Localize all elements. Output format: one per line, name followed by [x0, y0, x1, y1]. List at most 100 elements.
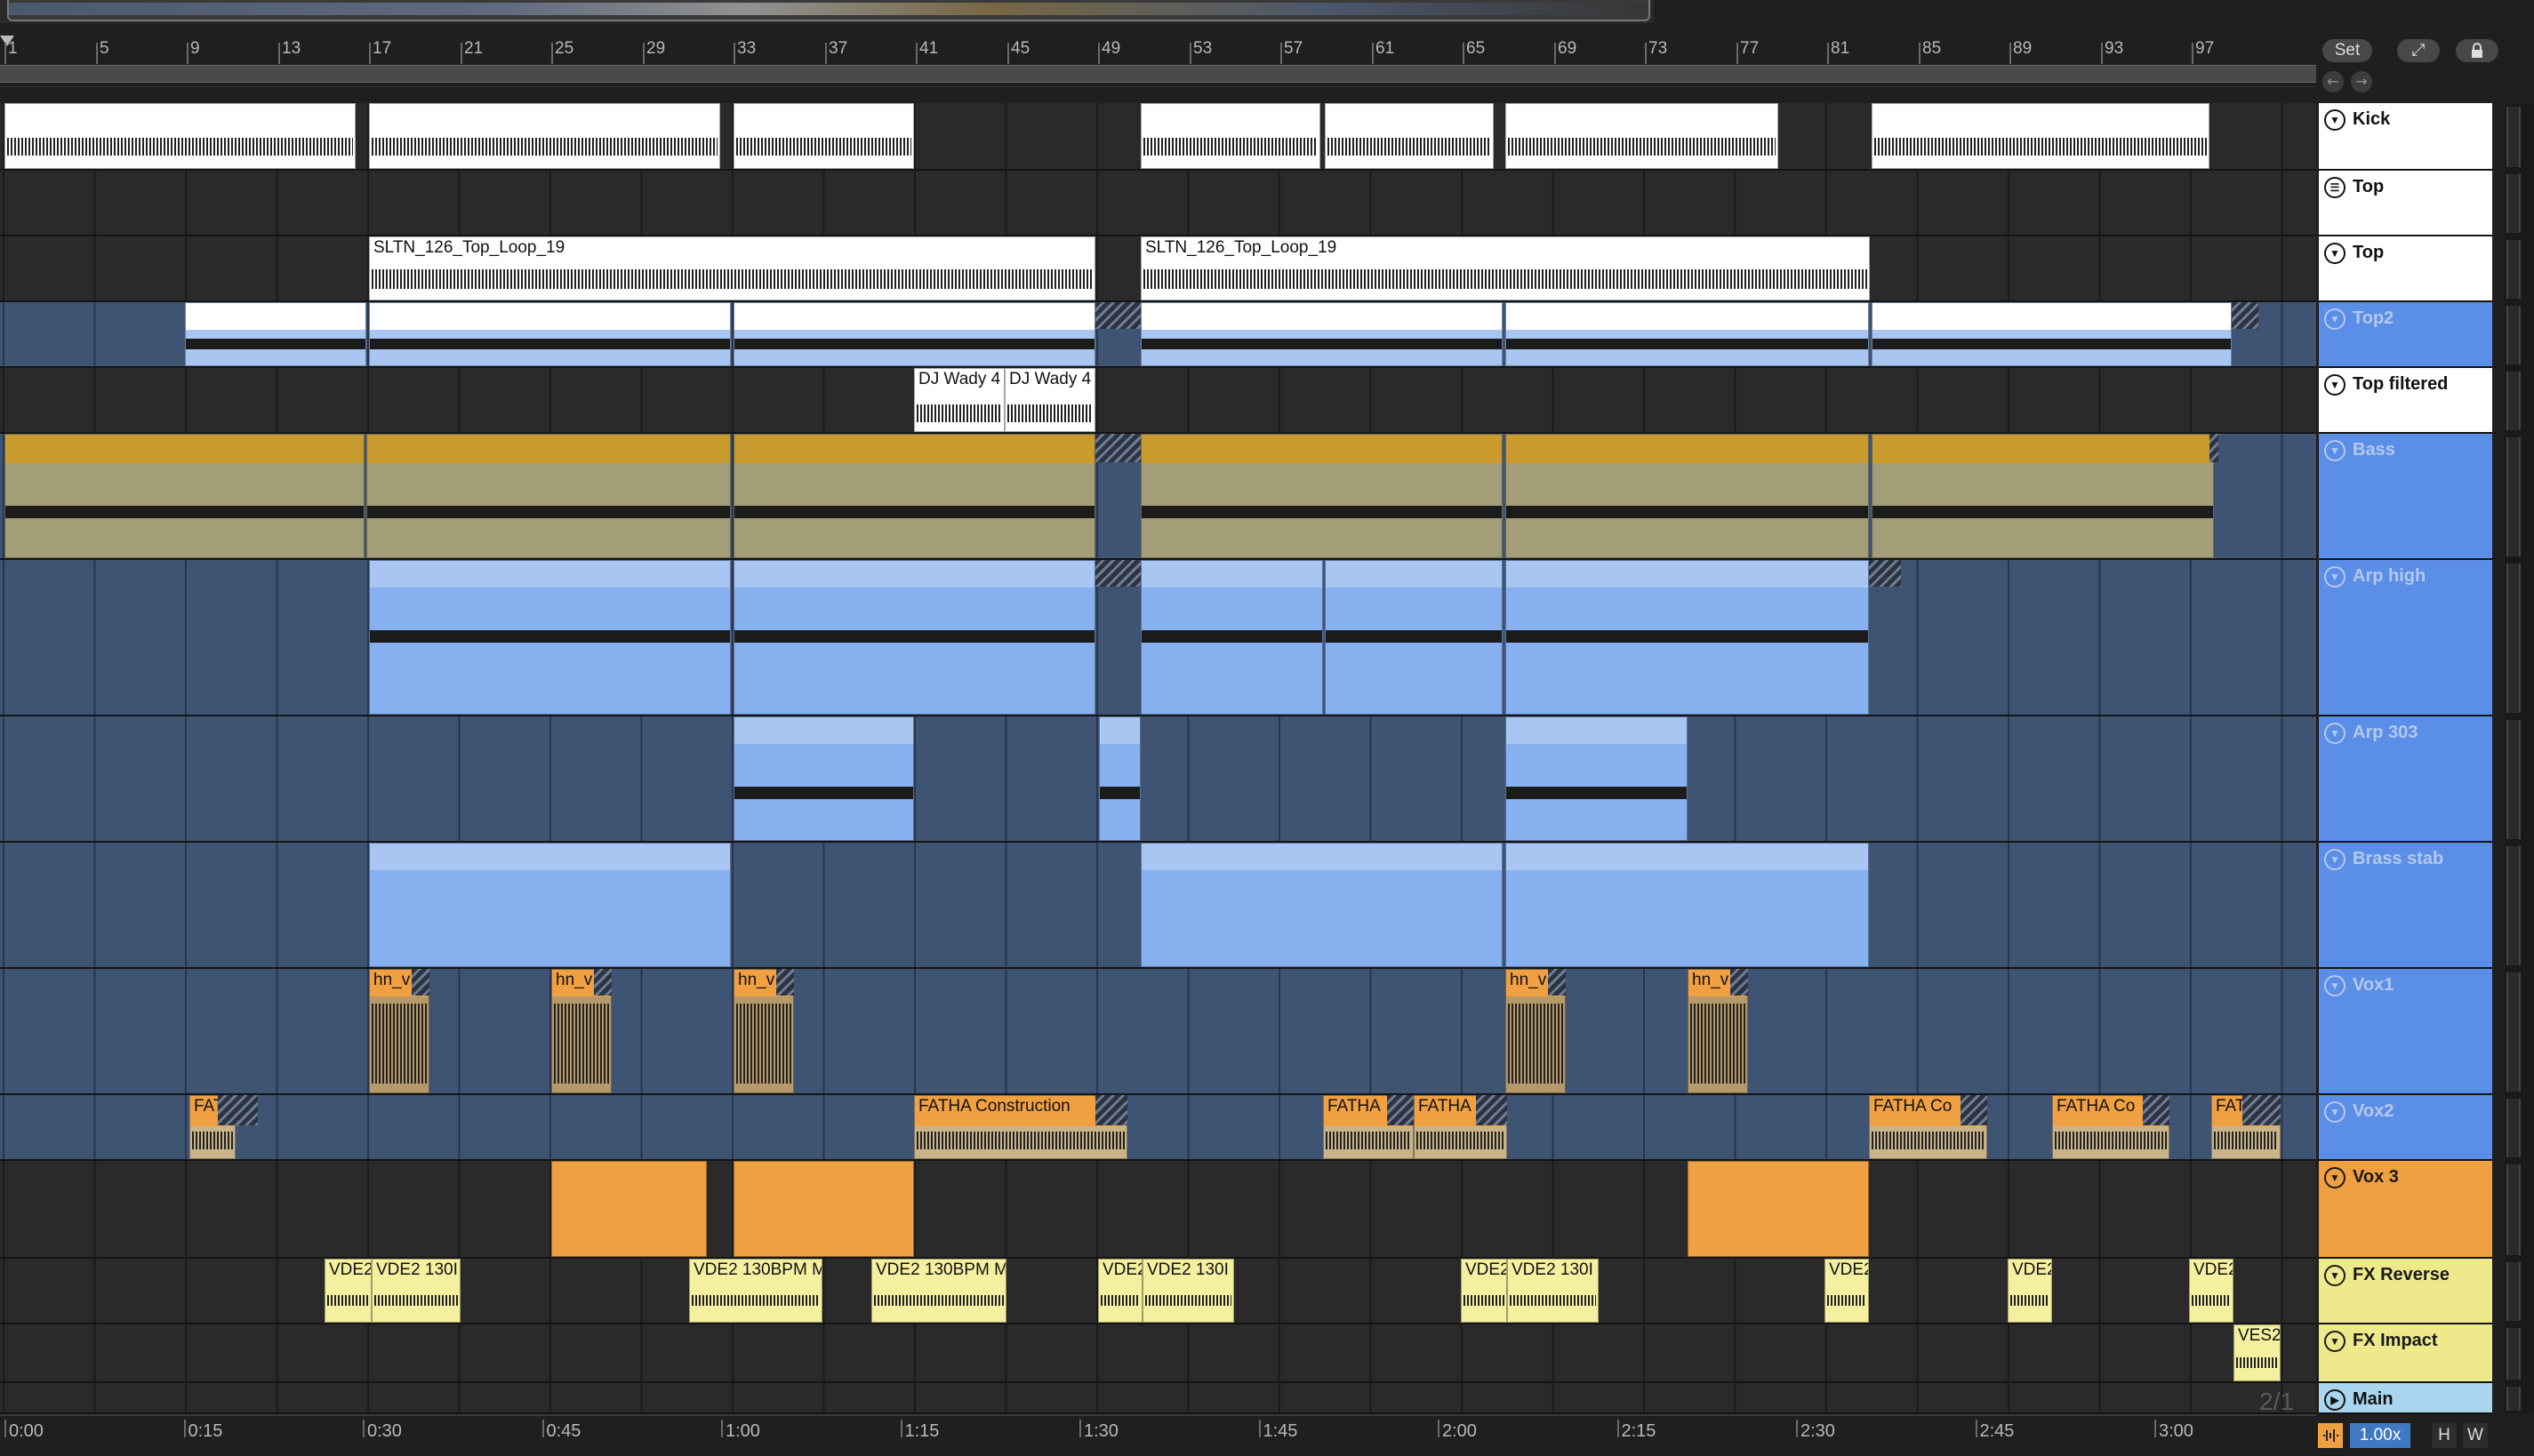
- zoom-level[interactable]: 1.00x: [2350, 1423, 2410, 1448]
- clip[interactable]: VDE2: [1098, 1259, 1143, 1323]
- clip[interactable]: [366, 434, 731, 558]
- clip[interactable]: VDE2: [1824, 1259, 1869, 1323]
- back-arrow-icon[interactable]: ←: [2322, 71, 2344, 92]
- fold-icon[interactable]: ▼: [2324, 566, 2346, 588]
- set-button[interactable]: Set: [2322, 39, 2372, 62]
- clip[interactable]: VDE2: [2189, 1259, 2233, 1323]
- track-lane[interactable]: [0, 969, 2316, 1095]
- clip[interactable]: [734, 302, 1095, 366]
- waveform-icon[interactable]: [2318, 1423, 2343, 1448]
- clip[interactable]: [734, 716, 914, 841]
- fold-icon[interactable]: ▼: [2324, 440, 2346, 461]
- clip[interactable]: [1505, 103, 1778, 169]
- fold-icon[interactable]: ▶: [2324, 1389, 2346, 1411]
- clip[interactable]: VDE2 130BPM M: [689, 1259, 822, 1323]
- fold-icon[interactable]: ▼: [2324, 374, 2346, 396]
- clip[interactable]: [185, 302, 366, 366]
- clip[interactable]: [734, 1161, 914, 1257]
- clip[interactable]: VDE2 130BPM M: [871, 1259, 1006, 1323]
- clip[interactable]: [734, 560, 1095, 715]
- loop-brace-bar[interactable]: [0, 65, 2316, 83]
- fold-icon[interactable]: ☰: [2324, 177, 2346, 198]
- clip[interactable]: SLTN_126_Top_Loop_19: [369, 236, 1095, 300]
- track-header[interactable]: ▼ Arp high: [2319, 560, 2492, 716]
- overview-viewport[interactable]: [7, 0, 1650, 21]
- fold-icon[interactable]: ▼: [2324, 243, 2346, 264]
- track-header[interactable]: ▼ Vox 3: [2319, 1161, 2492, 1259]
- clip[interactable]: [369, 843, 731, 967]
- track-header[interactable]: ▼ Top filtered: [2319, 368, 2492, 434]
- fold-icon[interactable]: ▼: [2324, 1101, 2346, 1123]
- clip[interactable]: [1505, 302, 1869, 366]
- track-lane[interactable]: [0, 716, 2316, 843]
- track-lane[interactable]: [0, 1324, 2316, 1383]
- track-lane[interactable]: [0, 171, 2316, 236]
- clip[interactable]: [1688, 1161, 1869, 1257]
- clip[interactable]: [1141, 103, 1320, 169]
- clip[interactable]: [369, 302, 731, 366]
- clip[interactable]: [734, 434, 1095, 558]
- track-lane[interactable]: [0, 1161, 2316, 1259]
- clip[interactable]: [1141, 302, 1503, 366]
- clip[interactable]: VDE2 130I: [1143, 1259, 1234, 1323]
- clip[interactable]: [1505, 716, 1688, 841]
- clip[interactable]: [1325, 560, 1503, 715]
- clip[interactable]: [369, 560, 731, 715]
- track-lane[interactable]: [0, 1383, 2316, 1414]
- clip[interactable]: VDE2 130I: [1507, 1259, 1599, 1323]
- arrangement-lanes[interactable]: SLTN_126_Top_Loop_19 SLTN_126_Top_Loop_19…: [0, 103, 2316, 1414]
- clip[interactable]: DJ Wady 4: [914, 368, 1005, 432]
- clip[interactable]: VDE2: [325, 1259, 372, 1323]
- track-header[interactable]: ▼ FX Impact: [2319, 1324, 2492, 1383]
- clip[interactable]: [1872, 434, 2214, 558]
- fold-icon[interactable]: ▼: [2324, 1265, 2346, 1286]
- clip[interactable]: [1325, 103, 1494, 169]
- time-ruler[interactable]: 0:00 0:15 0:30 0:45 1:00 1:15 1:30 1:45 2:00 2:15…: [0, 1414, 2316, 1456]
- clip[interactable]: [1505, 843, 1869, 967]
- track-header[interactable]: ▼ Brass stab: [2319, 843, 2492, 969]
- clip[interactable]: SLTN_126_Top_Loop_19: [1141, 236, 1870, 300]
- track-lane[interactable]: [0, 368, 2316, 434]
- clip[interactable]: VDE2: [2008, 1259, 2052, 1323]
- arrangement-overview[interactable]: [0, 0, 1654, 23]
- fold-icon[interactable]: ▼: [2324, 1167, 2346, 1188]
- clip[interactable]: [1141, 434, 1503, 558]
- forward-arrow-icon[interactable]: →: [2351, 71, 2372, 92]
- track-header[interactable]: ▼ Top: [2319, 236, 2492, 302]
- lock-icon[interactable]: [2456, 39, 2498, 62]
- clip[interactable]: [1505, 434, 1869, 558]
- clip[interactable]: [1872, 103, 2209, 169]
- clip[interactable]: VES2: [2233, 1324, 2281, 1381]
- h-button[interactable]: H: [2432, 1423, 2457, 1448]
- track-header[interactable]: ☰ Top: [2319, 171, 2492, 236]
- clip[interactable]: [1141, 843, 1503, 967]
- track-header[interactable]: ▼ Vox2: [2319, 1095, 2492, 1161]
- clip[interactable]: VDE2: [1461, 1259, 1507, 1323]
- clip[interactable]: VDE2 130I: [372, 1259, 461, 1323]
- fold-icon[interactable]: ▼: [2324, 308, 2346, 330]
- expand-icon[interactable]: ⤢: [2397, 39, 2440, 62]
- fold-icon[interactable]: ▼: [2324, 109, 2346, 131]
- clip[interactable]: [1505, 560, 1869, 715]
- track-header[interactable]: ▼ Bass: [2319, 434, 2492, 560]
- clip[interactable]: [551, 1161, 707, 1257]
- clip[interactable]: [1872, 302, 2232, 366]
- track-header[interactable]: ▶ Main: [2319, 1383, 2492, 1414]
- clip[interactable]: [1141, 560, 1323, 715]
- fold-icon[interactable]: ▼: [2324, 723, 2346, 744]
- track-header[interactable]: ▼ Vox1: [2319, 969, 2492, 1095]
- fold-icon[interactable]: ▼: [2324, 975, 2346, 996]
- w-button[interactable]: W: [2463, 1423, 2488, 1448]
- clip[interactable]: [4, 434, 365, 558]
- clip[interactable]: [1099, 716, 1141, 841]
- clip[interactable]: [734, 103, 914, 169]
- track-header[interactable]: ▼ Top2: [2319, 302, 2492, 368]
- track-header[interactable]: ▼ Kick: [2319, 103, 2492, 171]
- clip[interactable]: DJ Wady 4: [1005, 368, 1095, 432]
- fold-icon[interactable]: ▼: [2324, 1331, 2346, 1352]
- fold-icon[interactable]: ▼: [2324, 849, 2346, 870]
- track-header[interactable]: ▼ Arp 303: [2319, 716, 2492, 843]
- clip[interactable]: [369, 103, 720, 169]
- clip[interactable]: [4, 103, 356, 169]
- track-header[interactable]: ▼ FX Reverse: [2319, 1259, 2492, 1324]
